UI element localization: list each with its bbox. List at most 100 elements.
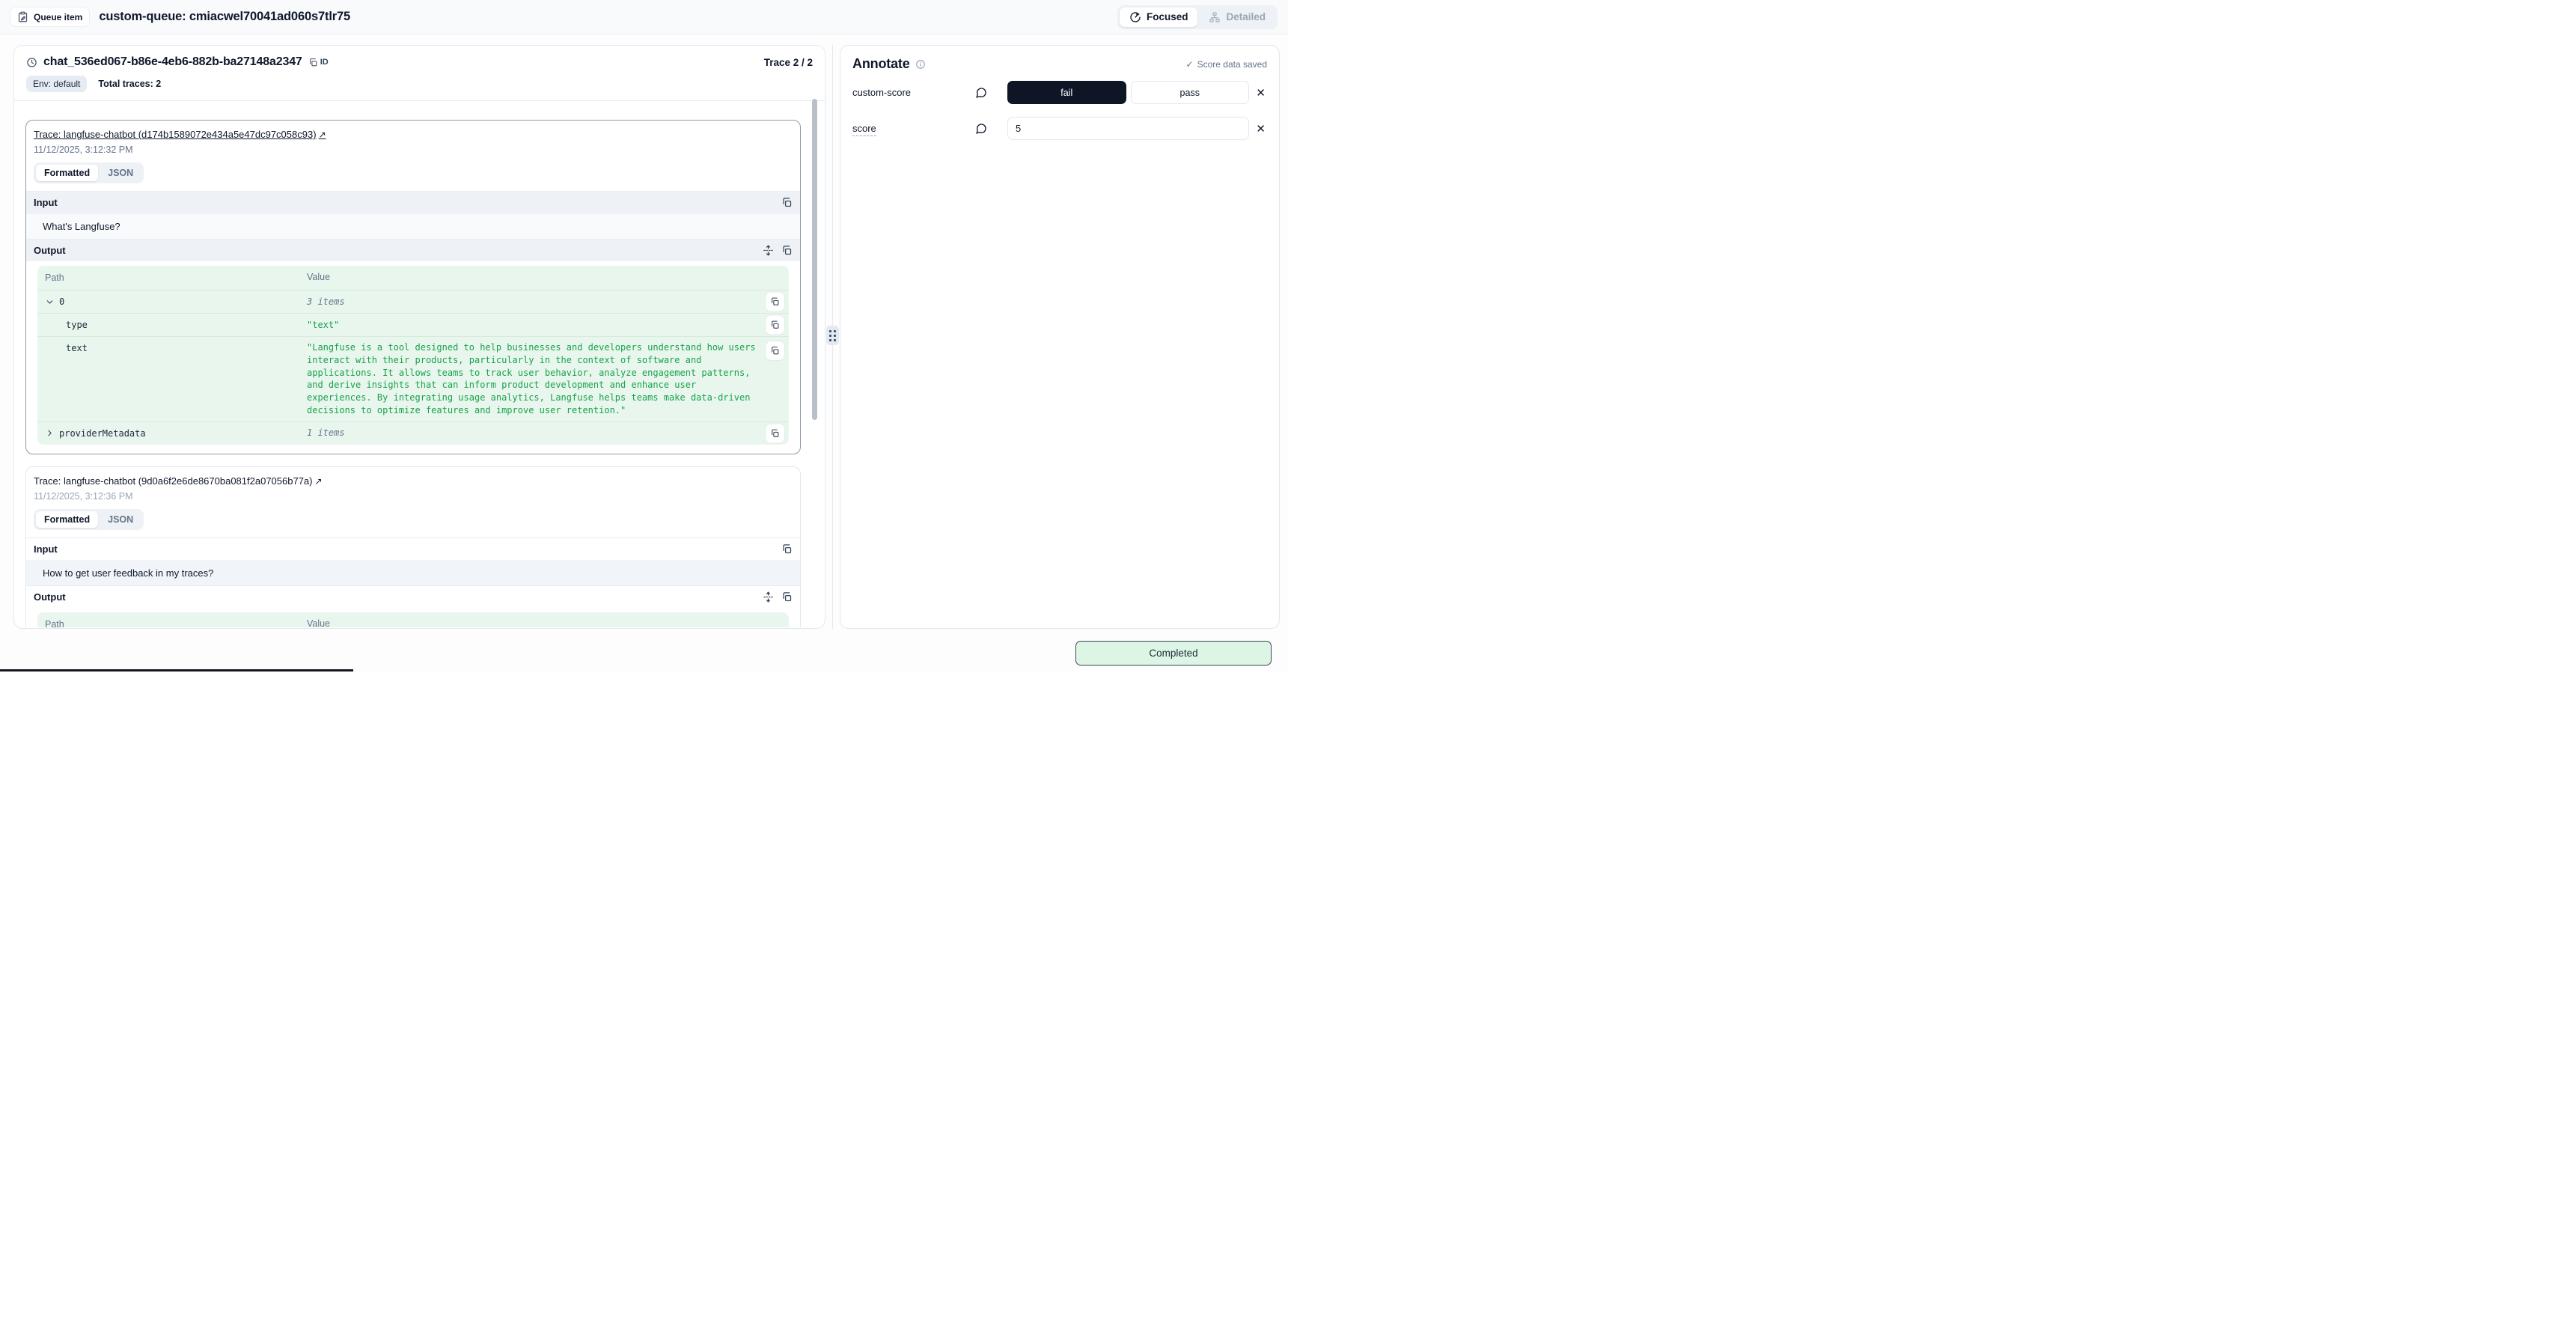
score-saved-label: Score data saved xyxy=(1197,59,1267,70)
comment-bubble-icon[interactable] xyxy=(975,123,993,135)
focused-toggle-button[interactable]: Focused xyxy=(1120,7,1198,27)
panel-resize-handle[interactable] xyxy=(826,326,839,345)
tree-icon xyxy=(1209,11,1221,23)
json-key: type xyxy=(66,320,88,330)
copy-id-button[interactable]: ID xyxy=(308,58,329,67)
queue-item-badge-label: Queue item xyxy=(34,12,82,22)
tab-json[interactable]: JSON xyxy=(100,511,141,528)
trace-card: Trace: langfuse-chatbot (9d0a6f2e6de8670… xyxy=(25,466,801,627)
bottom-edge-bar xyxy=(0,669,353,672)
trace-card: Trace: langfuse-chatbot (d174b1589072e43… xyxy=(25,120,801,454)
json-value: 1 items xyxy=(307,427,789,439)
clipboard-pen-icon xyxy=(17,11,28,22)
item-title: chat_536ed067-b86e-4eb6-882b-ba27148a234… xyxy=(43,55,302,69)
tab-json[interactable]: JSON xyxy=(100,165,141,181)
json-value: 3 items xyxy=(307,296,789,308)
unfold-vertical-icon[interactable] xyxy=(763,245,774,256)
json-value: "text" xyxy=(307,319,789,332)
copy-icon[interactable] xyxy=(766,293,784,311)
score-row-custom-score: custom-score fail pass ✕ xyxy=(840,81,1279,104)
chevron-down-icon[interactable] xyxy=(45,297,55,307)
tab-formatted[interactable]: Formatted xyxy=(36,511,98,528)
json-key: providerMetadata xyxy=(59,428,146,439)
json-key: 0 xyxy=(59,296,64,307)
trace-link[interactable]: Trace: langfuse-chatbot (9d0a6f2e6de8670… xyxy=(34,475,323,487)
tab-formatted[interactable]: Formatted xyxy=(36,165,98,181)
copy-icon[interactable] xyxy=(781,543,793,555)
copy-icon[interactable] xyxy=(766,316,784,335)
remove-score-button[interactable]: ✕ xyxy=(1253,86,1269,100)
score-name: score xyxy=(852,123,876,136)
gauge-icon xyxy=(1129,11,1141,23)
scrollbar-thumb[interactable] xyxy=(812,99,817,420)
json-key: text xyxy=(66,343,88,353)
output-section-header: Output xyxy=(26,585,800,608)
chevron-right-icon[interactable] xyxy=(45,428,55,438)
copy-icon[interactable] xyxy=(766,424,784,442)
trace-link-label: Trace: langfuse-chatbot (d174b1589072e43… xyxy=(34,129,317,140)
trace-timestamp: 11/12/2025, 3:12:36 PM xyxy=(34,491,793,502)
copy-icon[interactable] xyxy=(781,197,793,208)
unfold-vertical-icon[interactable] xyxy=(763,591,774,603)
item-header: chat_536ed067-b86e-4eb6-882b-ba27148a234… xyxy=(14,46,825,101)
queue-item-panel: chat_536ed067-b86e-4eb6-882b-ba27148a234… xyxy=(13,45,825,629)
external-link-icon: ↗ xyxy=(319,130,326,140)
app-root: Queue item custom-queue: cmiacwel70041ad… xyxy=(0,0,1288,672)
remove-score-button[interactable]: ✕ xyxy=(1253,122,1269,135)
json-value: "Langfuse is a tool designed to help bus… xyxy=(307,341,789,417)
focused-toggle-label: Focused xyxy=(1147,11,1188,22)
output-section-header: Output xyxy=(26,239,800,261)
total-traces-label: Total traces: 2 xyxy=(98,79,161,89)
input-text: What's Langfuse? xyxy=(26,213,800,239)
score-option-pass[interactable]: pass xyxy=(1131,81,1250,104)
view-toggle: Focused Detailed xyxy=(1117,5,1278,29)
copy-icon[interactable] xyxy=(766,341,784,360)
copy-icon xyxy=(308,58,318,67)
input-text: How to get user feedback in my traces? xyxy=(26,560,800,585)
table-row: providerMetadata 1 items xyxy=(37,421,789,445)
score-option-fail[interactable]: fail xyxy=(1007,81,1126,104)
trace-timestamp: 11/12/2025, 3:12:32 PM xyxy=(34,144,793,155)
id-label: ID xyxy=(320,58,329,67)
table-header-row: Path Value xyxy=(37,266,789,290)
input-section-header: Input xyxy=(26,191,800,213)
col-path: Path xyxy=(45,272,64,283)
trace-link[interactable]: Trace: langfuse-chatbot (d174b1589072e43… xyxy=(34,129,326,140)
output-label: Output xyxy=(34,245,66,256)
col-value: Value xyxy=(307,272,330,282)
table-row: text "Langfuse is a tool designed to hel… xyxy=(37,336,789,421)
comment-bubble-icon[interactable] xyxy=(975,87,993,99)
external-link-icon: ↗ xyxy=(315,476,323,487)
info-icon[interactable] xyxy=(915,59,926,70)
page-title: custom-queue: cmiacwel70041ad060s7tlr75 xyxy=(99,10,350,24)
input-section-header: Input xyxy=(26,537,800,560)
copy-icon[interactable] xyxy=(781,245,793,256)
top-bar: Queue item custom-queue: cmiacwel70041ad… xyxy=(0,0,1288,34)
table-row: type "text" xyxy=(37,313,789,336)
env-badge: Env: default xyxy=(26,76,87,92)
input-label: Input xyxy=(34,197,58,208)
score-saved-status: ✓ Score data saved xyxy=(1186,59,1267,70)
score-name: custom-score xyxy=(852,87,975,98)
output-json-table: Path Value 0 3 items xyxy=(37,612,789,627)
trace-link-label: Trace: langfuse-chatbot (9d0a6f2e6de8670… xyxy=(34,475,313,487)
output-label: Output xyxy=(34,591,66,603)
input-label: Input xyxy=(34,543,58,555)
score-value-input[interactable] xyxy=(1007,117,1249,140)
trace-counter: Trace 2 / 2 xyxy=(764,57,813,68)
col-value: Value xyxy=(307,618,330,627)
format-tabs: Formatted JSON xyxy=(34,162,144,183)
col-path: Path xyxy=(45,619,64,627)
traces-scroll-area: Trace: langfuse-chatbot (d174b1589072e43… xyxy=(14,106,825,627)
copy-icon[interactable] xyxy=(781,591,793,603)
table-row: 0 3 items xyxy=(37,290,789,313)
check-icon: ✓ xyxy=(1186,59,1194,70)
completed-button[interactable]: Completed xyxy=(1075,641,1272,666)
queue-item-badge[interactable]: Queue item xyxy=(10,7,89,26)
format-tabs: Formatted JSON xyxy=(34,509,144,530)
annotate-panel: Annotate ✓ Score data saved custom-score… xyxy=(840,45,1280,629)
annotate-title: Annotate xyxy=(852,56,910,72)
detailed-toggle-button[interactable]: Detailed xyxy=(1199,7,1275,27)
clock-icon xyxy=(26,57,37,68)
score-row-score: score ✕ xyxy=(840,117,1279,140)
